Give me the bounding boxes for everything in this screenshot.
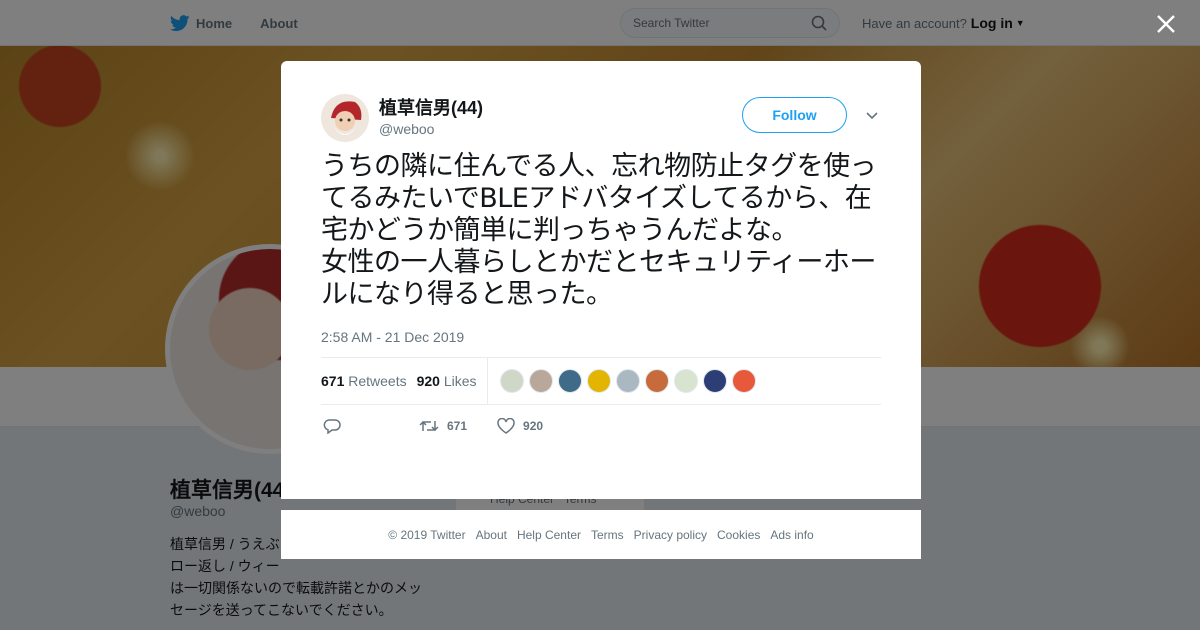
likes-count: 920 xyxy=(416,373,440,389)
liker-avatar[interactable] xyxy=(644,369,669,393)
retweets-count: 671 xyxy=(321,373,345,389)
footer-link[interactable]: © 2019 Twitter xyxy=(388,528,465,542)
modal-footer: © 2019 Twitter About Help Center Terms Priva… xyxy=(281,510,921,559)
like-count: 920 xyxy=(523,419,544,433)
footer-link[interactable]: About xyxy=(476,528,507,542)
like-action[interactable]: 920 xyxy=(497,418,543,434)
liker-avatar[interactable] xyxy=(673,369,698,393)
liker-avatar[interactable] xyxy=(702,369,727,393)
reply-icon xyxy=(323,419,341,434)
chevron-down-icon[interactable] xyxy=(865,109,879,121)
close-icon[interactable] xyxy=(1152,10,1180,38)
stats-divider xyxy=(486,358,488,404)
tweet-timestamp[interactable]: 2:58 AM - 21 Dec 2019 xyxy=(321,329,881,345)
santa-avatar-image xyxy=(321,94,369,142)
footer-link[interactable]: Cookies xyxy=(717,528,760,542)
retweets-stat[interactable]: 671 Retweets xyxy=(321,373,407,389)
author-names: 植草信男(44) @weboo xyxy=(379,97,483,139)
follow-button[interactable]: Follow xyxy=(742,97,847,133)
footer-link[interactable]: Privacy policy xyxy=(634,528,707,542)
footer-link[interactable]: Help Center xyxy=(517,528,581,542)
heart-icon xyxy=(497,418,515,434)
reply-action[interactable] xyxy=(323,418,349,434)
author-screenname[interactable]: @weboo xyxy=(379,119,483,139)
liker-avatar[interactable] xyxy=(615,369,640,393)
liker-avatar[interactable] xyxy=(731,369,756,393)
tweet-stats: 671 Retweets 920 Likes xyxy=(321,357,881,405)
tweet-modal: 植草信男(44) @weboo Follow うちの隣に住んでる人、忘れ物防止タ… xyxy=(281,61,921,499)
author-avatar[interactable] xyxy=(321,94,369,142)
likers-avatars xyxy=(499,369,761,393)
retweet-action[interactable]: 671 xyxy=(419,418,467,434)
footer-link[interactable]: Ads info xyxy=(770,528,813,542)
liker-avatar[interactable] xyxy=(499,369,524,393)
likes-stat[interactable]: 920 Likes xyxy=(417,373,477,389)
retweet-icon xyxy=(419,420,439,432)
liker-avatar[interactable] xyxy=(557,369,582,393)
retweet-count: 671 xyxy=(447,419,468,433)
liker-avatar[interactable] xyxy=(528,369,553,393)
retweets-label: Retweets xyxy=(348,373,407,389)
author-fullname[interactable]: 植草信男(44) xyxy=(379,97,483,119)
footer-link[interactable]: Terms xyxy=(591,528,624,542)
tweet-text: うちの隣に住んでる人、忘れ物防止タグを使ってるみたいでBLEアドバタイズしてるか… xyxy=(321,151,877,310)
tweet-actions: 671 920 xyxy=(321,405,881,447)
liker-avatar[interactable] xyxy=(586,369,611,393)
likes-label: Likes xyxy=(443,373,477,389)
